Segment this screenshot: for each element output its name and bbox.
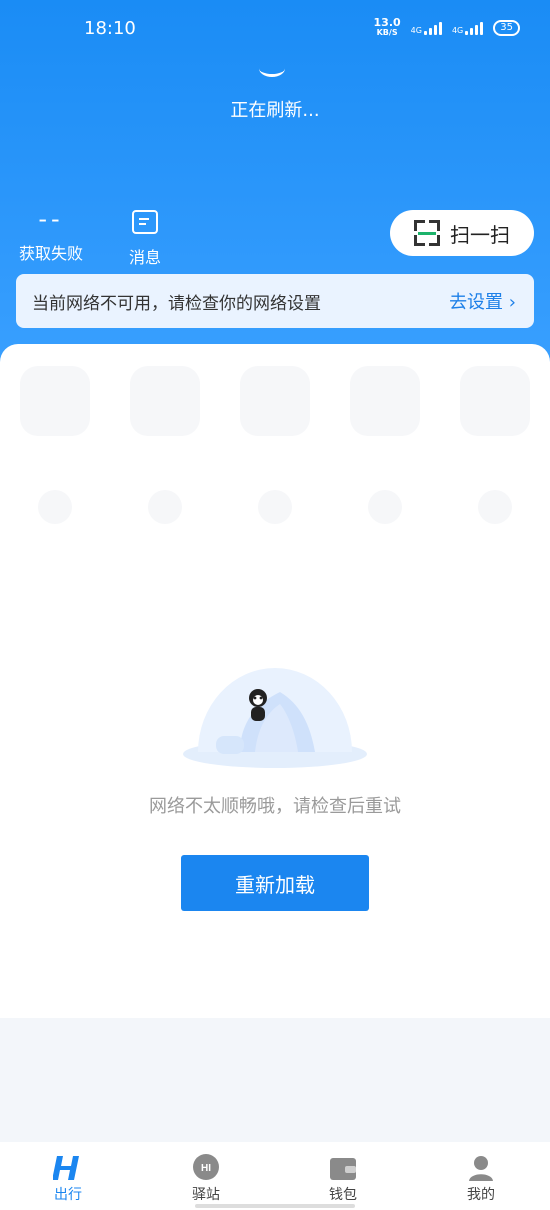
go-settings-label: 去设置 bbox=[449, 292, 504, 313]
error-message: 网络不太顺畅哦，请检查后重试 bbox=[149, 796, 401, 817]
signal-1: 4G bbox=[411, 21, 442, 35]
placeholder-dot bbox=[478, 490, 512, 524]
network-error-illustration bbox=[183, 668, 367, 768]
battery-icon: 35 bbox=[493, 20, 520, 36]
status-time: 18:10 bbox=[84, 18, 136, 39]
placeholder-dot bbox=[38, 490, 72, 524]
reload-button[interactable]: 重新加载 bbox=[181, 855, 369, 911]
content-card: 网络不太顺畅哦，请检查后重试 重新加载 bbox=[0, 344, 550, 1018]
header-hero: 18:10 13.0 KB/S 4G 4G 35 正在刷新... -- 获取失败 bbox=[0, 0, 550, 380]
status-system-icons: 13.0 KB/S 4G 4G 35 bbox=[374, 17, 520, 38]
home-indicator[interactable] bbox=[195, 1204, 355, 1208]
status-bar: 18:10 13.0 KB/S 4G 4G 35 bbox=[0, 17, 550, 44]
refresh-spinner-icon bbox=[259, 60, 285, 77]
trips-logo-icon bbox=[53, 1152, 83, 1184]
signal-2: 4G bbox=[451, 21, 484, 35]
balance-value: -- bbox=[38, 205, 64, 233]
tab-me-label: 我的 bbox=[467, 1187, 495, 1203]
scan-button[interactable]: 扫一扫 bbox=[390, 210, 534, 256]
scan-icon bbox=[414, 220, 440, 246]
tab-trips[interactable]: 出行 bbox=[28, 1152, 108, 1204]
wallet-icon bbox=[329, 1152, 357, 1184]
balance-shortcut[interactable]: -- 获取失败 bbox=[18, 206, 84, 268]
header-shortcuts: -- 获取失败 消息 bbox=[18, 206, 178, 268]
placeholder-tile bbox=[460, 366, 530, 436]
tab-station[interactable]: HI 驿站 bbox=[166, 1152, 246, 1204]
tab-station-label: 驿站 bbox=[192, 1187, 220, 1203]
tab-trips-label: 出行 bbox=[54, 1187, 82, 1203]
chevron-right-icon: › bbox=[508, 292, 516, 313]
messages-shortcut[interactable]: 消息 bbox=[112, 206, 178, 268]
placeholder-tile bbox=[240, 366, 310, 436]
signal-1-label: 4G bbox=[410, 26, 422, 35]
user-icon bbox=[467, 1152, 495, 1184]
network-notice-text: 当前网络不可用，请检查你的网络设置 bbox=[32, 293, 321, 314]
network-speed: 13.0 KB/S bbox=[374, 17, 401, 38]
svg-text:HI: HI bbox=[201, 1163, 211, 1174]
placeholder-tile bbox=[130, 366, 200, 436]
messages-label: 消息 bbox=[128, 248, 161, 267]
hi-bubble-icon: HI bbox=[191, 1152, 221, 1184]
network-speed-unit: KB/S bbox=[376, 28, 398, 37]
scan-label: 扫一扫 bbox=[450, 222, 510, 247]
network-notice: 当前网络不可用，请检查你的网络设置 去设置 › bbox=[16, 274, 534, 328]
refresh-text: 正在刷新... bbox=[230, 100, 320, 121]
tab-me[interactable]: 我的 bbox=[441, 1152, 521, 1204]
placeholder-dot bbox=[258, 490, 292, 524]
signal-bars-icon bbox=[465, 21, 484, 35]
tab-wallet-label: 钱包 bbox=[329, 1187, 357, 1203]
placeholder-dot bbox=[148, 490, 182, 524]
placeholder-tile bbox=[20, 366, 90, 436]
placeholder-tile bbox=[350, 366, 420, 436]
signal-bars-icon bbox=[423, 21, 442, 35]
tab-wallet[interactable]: 钱包 bbox=[303, 1152, 383, 1204]
go-settings-link[interactable]: 去设置 › bbox=[449, 288, 516, 314]
signal-2-label: 4G bbox=[451, 26, 464, 35]
balance-label: 获取失败 bbox=[18, 244, 83, 263]
placeholder-dot bbox=[368, 490, 402, 524]
bottom-tab-bar: 出行 HI 驿站 钱包 我的 bbox=[0, 1142, 550, 1210]
message-icon bbox=[132, 210, 158, 234]
